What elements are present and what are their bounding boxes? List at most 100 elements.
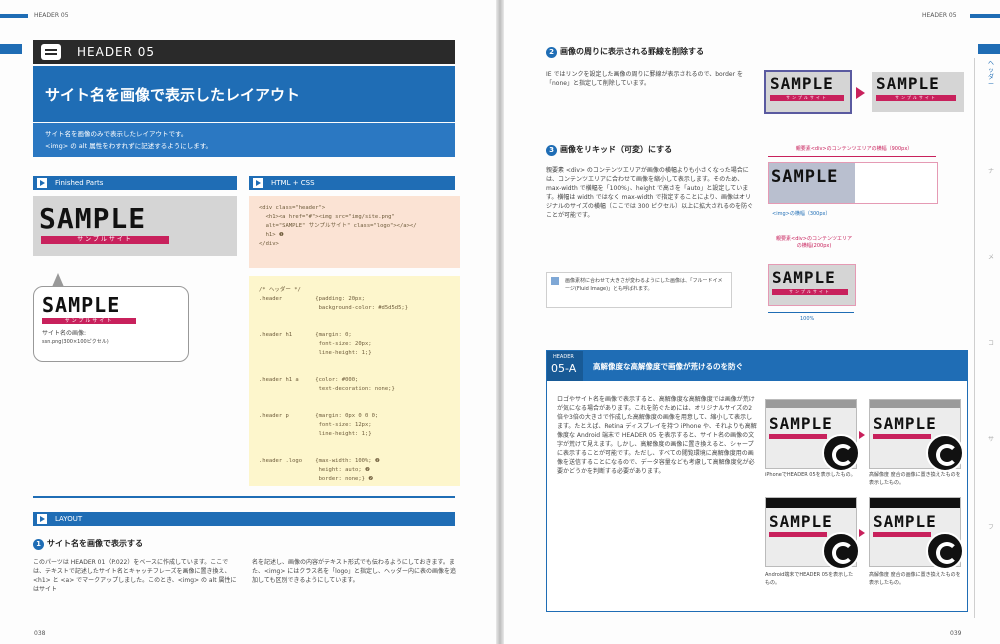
html-css-label: HTML + CSS [271,179,315,187]
caption-1: iPhoneでHEADER 05を表示したもの。 [765,472,856,478]
fig-sample-sub: サンプルサイト [876,95,956,101]
intro-block: サイト名を画像のみで表示したレイアウトです。 <img> の alt 属性をわす… [33,123,455,157]
section-1-heading: 1 サイト名を画像で表示する [33,538,143,550]
html-css-bar: HTML + CSS [249,176,455,190]
section-1-col-2: 名を記述し、画像の内容がテキスト形式でも伝わるようにしておきます。また、<img… [252,559,456,584]
document-icon [41,44,61,60]
android-before-screenshot: SAMPLE [765,497,860,570]
zoom-magnifier-icon [926,532,964,570]
left-page-number: 038 [34,630,46,637]
layout-label: LAYOUT [55,515,83,523]
layout-bar: LAYOUT [33,512,455,526]
section-1-title: サイト名を画像で表示する [47,539,143,548]
side-index-5: サ [987,436,994,443]
border-after-image: SAMPLE サンプルサイト [872,72,964,112]
tip-box-body: ロゴやサイト名を画像で表示すると、高解像度な高解像度では画像が荒けが気になる場合… [557,396,757,475]
section-1-number: 1 [33,539,44,550]
arrow-right-icon [856,87,865,99]
side-index-4: コ [987,340,994,347]
intro-line-1: サイト名を画像のみで表示したレイアウトです。 [45,130,188,138]
right-edge-rule [974,58,975,618]
tip-box: HEADER 05-A 高解像度な高解像度で画像が荒けるのを防ぐ ロゴやサイト名… [546,350,968,612]
section-3-title: 画像をリキッド（可変）にする [560,145,673,154]
arrow-right-icon [253,178,263,188]
side-index-1: へッダー [987,60,994,88]
fig-sample-sub: サンプルサイト [772,289,848,295]
running-head: HEADER 05 [34,12,69,19]
thumb-sample-text: SAMPLE [873,512,937,531]
note-icon [551,277,559,285]
section-2-heading: 2 画像の周りに表示される罫線を削除する [546,46,704,58]
liquid-fig-mid-label: 親要素<div>のコンテンツエリアの横幅(200px) [776,236,852,249]
tip-box-header: HEADER 05-A 高解像度な高解像度で画像が荒けるのを防ぐ [547,351,967,381]
running-head-bar [970,14,1000,18]
android-after-screenshot: SAMPLE [869,497,964,570]
section-3-number: 3 [546,145,557,156]
section-3-body: 親要素 <div> のコンテンツエリアが画像の横幅よりも小さくなった場合には、コ… [546,167,754,219]
arrow-right-icon [859,529,865,537]
note-text: 画像素材に合わせて大きさが変わるようにした画像は、「フルードイメージ(Fluid… [565,278,723,292]
thumb-sample-text: SAMPLE [873,414,937,433]
fig-sample-text: SAMPLE [771,167,839,187]
note-box: 画像素材に合わせて大きさが変わるようにした画像は、「フルードイメージ(Fluid… [546,272,732,308]
html-code-block: <div class="header"> <h1><a href="#"><im… [249,196,460,268]
iphone-after-screenshot: SAMPLE [869,399,964,472]
caption-3: Android端末でHEADER 05を表示したもの。 [765,572,854,586]
header-label-bar: HEADER 05 [33,40,455,64]
thumb-sample-text: SAMPLE [769,512,833,531]
callout-pointer [52,273,64,287]
sample-logo-sub: サンプルサイト [41,236,169,244]
side-index-6: フ [987,524,994,531]
right-page: HEADER 05 へッダー ナ メ コ サ フ 2 画像の周りに表示される罫線を… [504,0,1000,644]
right-edge-tab [978,44,1000,54]
tip-box-title: 高解像度な高解像度で画像が荒けるのを防ぐ [593,362,743,371]
sample-logo-text: SAMPLE [39,202,147,235]
zoom-magnifier-icon [926,434,964,472]
section-2-number: 2 [546,47,557,58]
caption-2: 高解像度 度合の画像に置き換えたものを表示したもの。 [869,472,961,486]
liquid-fig-image: SAMPLE [769,163,855,203]
section-1-col-1: このパーツは HEADER 01（P.022）をベースに作成しています。ここでは… [33,559,237,593]
page-title: サイト名を画像で表示したレイアウト [45,86,301,104]
arrow-right-icon [37,514,47,524]
liquid-fig-top-label: 親要素<div>のコンテンツエリアの横幅（900px） [795,146,913,152]
section-3-heading: 3 画像をリキッド（可変）にする [546,144,672,156]
thumb-sample-text: SAMPLE [769,414,833,433]
running-head-bar [0,14,28,18]
iphone-before-screenshot: SAMPLE [765,399,860,472]
liquid-fig-img-label: <img>の横幅（300px） [772,211,831,217]
tip-box-code-box: HEADER 05-A [547,351,583,381]
left-page: HEADER 05 HEADER 05 サイト名を画像で表示したレイアウト サイ… [0,0,496,644]
fig-sample-text: SAMPLE [772,268,836,287]
caption-4: 高解像度 度合の画像に置き換えたものを表示したもの。 [869,572,961,586]
liquid-fig-top-arrow [768,156,936,157]
css-code-block: /* ヘッダー */ .header {padding: 20px; backg… [249,276,460,486]
section-2-body: IE ではリンクを設定した画像の周りに罫線が表示されるので、border を「n… [546,71,743,87]
liquid-fig-100-label: 100% [800,316,815,322]
fig-sample-sub: サンプルサイト [770,95,844,101]
tip-box-kicker: HEADER [553,354,574,360]
running-head: HEADER 05 [922,12,957,19]
callout-sample-sub: サンプルサイト [42,318,136,324]
liquid-fig-container: SAMPLE [768,162,938,204]
finished-parts-preview: SAMPLE サンプルサイト [33,196,237,256]
border-before-image: SAMPLE サンプルサイト [764,70,852,114]
title-block: サイト名を画像で表示したレイアウト [33,66,455,122]
callout-sample-text: SAMPLE [42,293,121,317]
arrow-right-icon [859,431,865,439]
side-index-2: ナ [987,168,994,175]
intro-line-2: <img> の alt 属性をわすれずに記述するようにします。 [45,142,213,150]
layout-rule [33,496,455,498]
book-gutter [496,0,504,644]
section-2-title: 画像の周りに表示される罫線を削除する [560,47,704,56]
zoom-magnifier-icon [822,532,860,570]
liquid-fig-100-arrow [768,312,854,313]
callout-bubble: SAMPLE サンプルサイト サイト名の画像: ssn.png(300×100ピ… [33,273,189,362]
header-label: HEADER 05 [77,45,156,59]
liquid-fig-small: SAMPLE サンプルサイト [768,264,856,306]
fig-sample-text: SAMPLE [876,74,940,93]
callout-caption-2: ssn.png(300×100ピクセル) [42,339,109,345]
finished-parts-label: Finished Parts [55,179,104,187]
zoom-magnifier-icon [822,434,860,472]
finished-parts-bar: Finished Parts [33,176,237,190]
